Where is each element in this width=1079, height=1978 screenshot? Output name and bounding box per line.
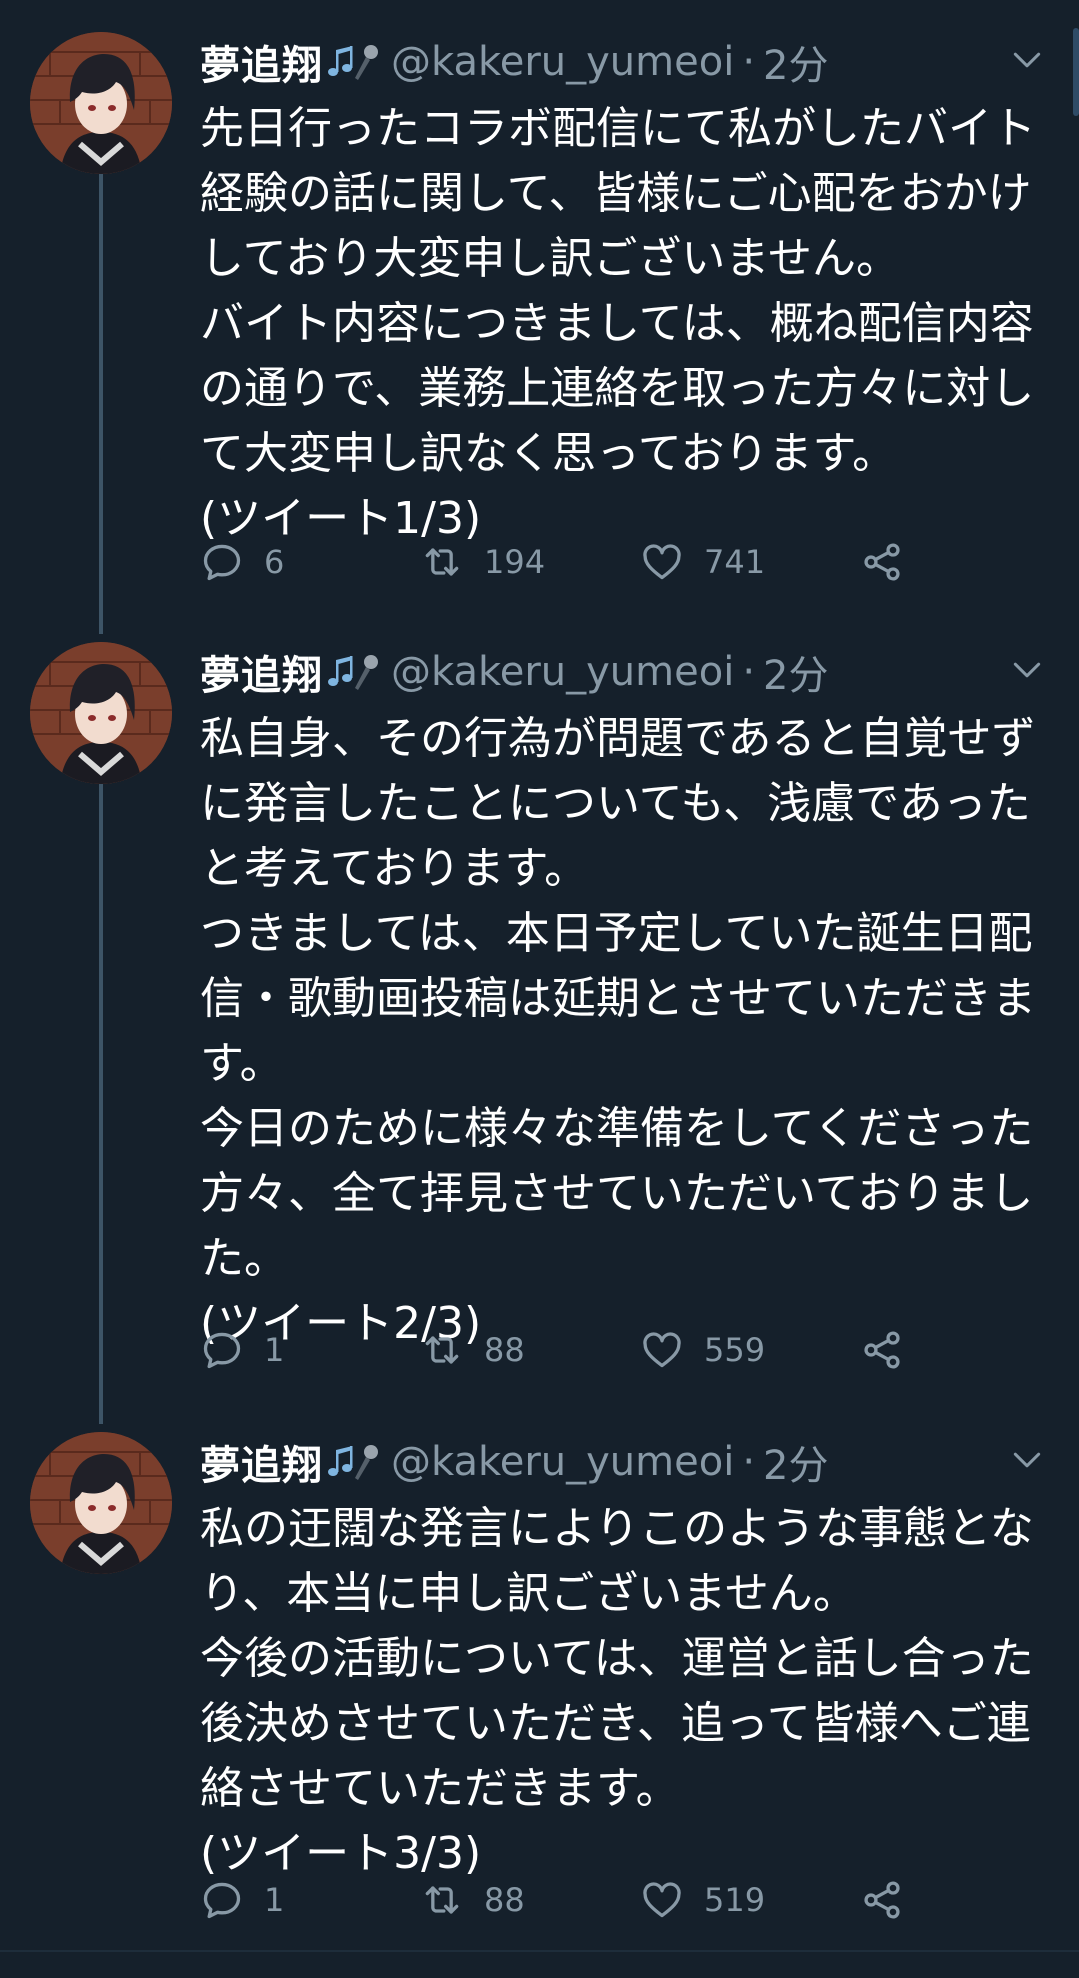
heart-icon <box>640 1328 684 1372</box>
like-button[interactable]: 519 <box>640 1870 765 1930</box>
music-notes-microphone-icon <box>325 42 381 82</box>
retweet-count: 88 <box>484 1881 525 1919</box>
separator-dot: · <box>742 39 756 85</box>
chevron-down-icon[interactable] <box>1007 1440 1047 1480</box>
thread-line <box>99 784 103 1424</box>
heart-icon <box>640 540 684 584</box>
reply-icon <box>200 1328 244 1372</box>
tweet-actions: 1 88 519 <box>200 1870 920 1930</box>
share-icon <box>860 540 904 584</box>
thread-line <box>99 172 103 634</box>
reply-icon <box>200 540 244 584</box>
share-button[interactable] <box>860 1320 904 1380</box>
retweet-icon <box>420 540 464 584</box>
display-name[interactable]: 夢追翔 <box>200 643 323 701</box>
timestamp[interactable]: 2分 <box>763 643 828 701</box>
scroll-indicator[interactable] <box>1073 28 1079 116</box>
avatar[interactable] <box>30 1432 172 1574</box>
share-button[interactable] <box>860 1870 904 1930</box>
share-icon <box>860 1878 904 1922</box>
display-name[interactable]: 夢追翔 <box>200 1433 323 1491</box>
reply-count: 6 <box>264 543 285 581</box>
avatar[interactable] <box>30 32 172 174</box>
share-icon <box>860 1328 904 1372</box>
like-button[interactable]: 559 <box>640 1320 765 1380</box>
retweet-button[interactable]: 88 <box>420 1320 525 1380</box>
like-count: 741 <box>704 543 766 581</box>
reply-count: 1 <box>264 1331 285 1369</box>
retweet-count: 88 <box>484 1331 525 1369</box>
retweet-count: 194 <box>484 543 546 581</box>
reply-count: 1 <box>264 1881 285 1919</box>
tweet-header: 夢追翔 @kakeru_yumeoi · 2分 <box>200 642 828 702</box>
tweet-actions: 6 194 741 <box>200 532 920 592</box>
reply-button[interactable]: 1 <box>200 1320 284 1380</box>
like-count: 519 <box>704 1881 766 1919</box>
separator-dot: · <box>742 1439 756 1485</box>
like-count: 559 <box>704 1331 766 1369</box>
music-notes-microphone-icon <box>325 1442 381 1482</box>
chevron-down-icon[interactable] <box>1007 650 1047 690</box>
tweet-header: 夢追翔 @kakeru_yumeoi · 2分 <box>200 1432 828 1492</box>
reply-button[interactable]: 6 <box>200 532 284 592</box>
tweet-actions: 1 88 559 <box>200 1320 920 1380</box>
chevron-down-icon[interactable] <box>1007 40 1047 80</box>
user-handle[interactable]: @kakeru_yumeoi <box>391 39 734 85</box>
avatar[interactable] <box>30 642 172 784</box>
retweet-button[interactable]: 88 <box>420 1870 525 1930</box>
tweet-text: 私の迂闊な発言によりこのような事態となり、本当に申し訳ございません。 今後の活動… <box>200 1503 1034 1879</box>
reply-button[interactable]: 1 <box>200 1870 284 1930</box>
retweet-button[interactable]: 194 <box>420 532 545 592</box>
tweet-text: 先日行ったコラボ配信にて私がしたバイト経験の話に関して、皆様にご心配をおかけして… <box>200 103 1036 544</box>
retweet-icon <box>420 1878 464 1922</box>
share-button[interactable] <box>860 532 904 592</box>
heart-icon <box>640 1878 684 1922</box>
music-notes-microphone-icon <box>325 652 381 692</box>
tweet-text: 私自身、その行為が問題であると自覚せずに発言したことについても、浅慮であったと考… <box>200 713 1036 1349</box>
divider <box>0 1950 1079 1952</box>
separator-dot: · <box>742 649 756 695</box>
display-name[interactable]: 夢追翔 <box>200 33 323 91</box>
user-handle[interactable]: @kakeru_yumeoi <box>391 1439 734 1485</box>
retweet-icon <box>420 1328 464 1372</box>
like-button[interactable]: 741 <box>640 532 765 592</box>
timestamp[interactable]: 2分 <box>763 33 828 91</box>
reply-icon <box>200 1878 244 1922</box>
tweet-header: 夢追翔 @kakeru_yumeoi · 2分 <box>200 32 828 92</box>
timestamp[interactable]: 2分 <box>763 1433 828 1491</box>
user-handle[interactable]: @kakeru_yumeoi <box>391 649 734 695</box>
